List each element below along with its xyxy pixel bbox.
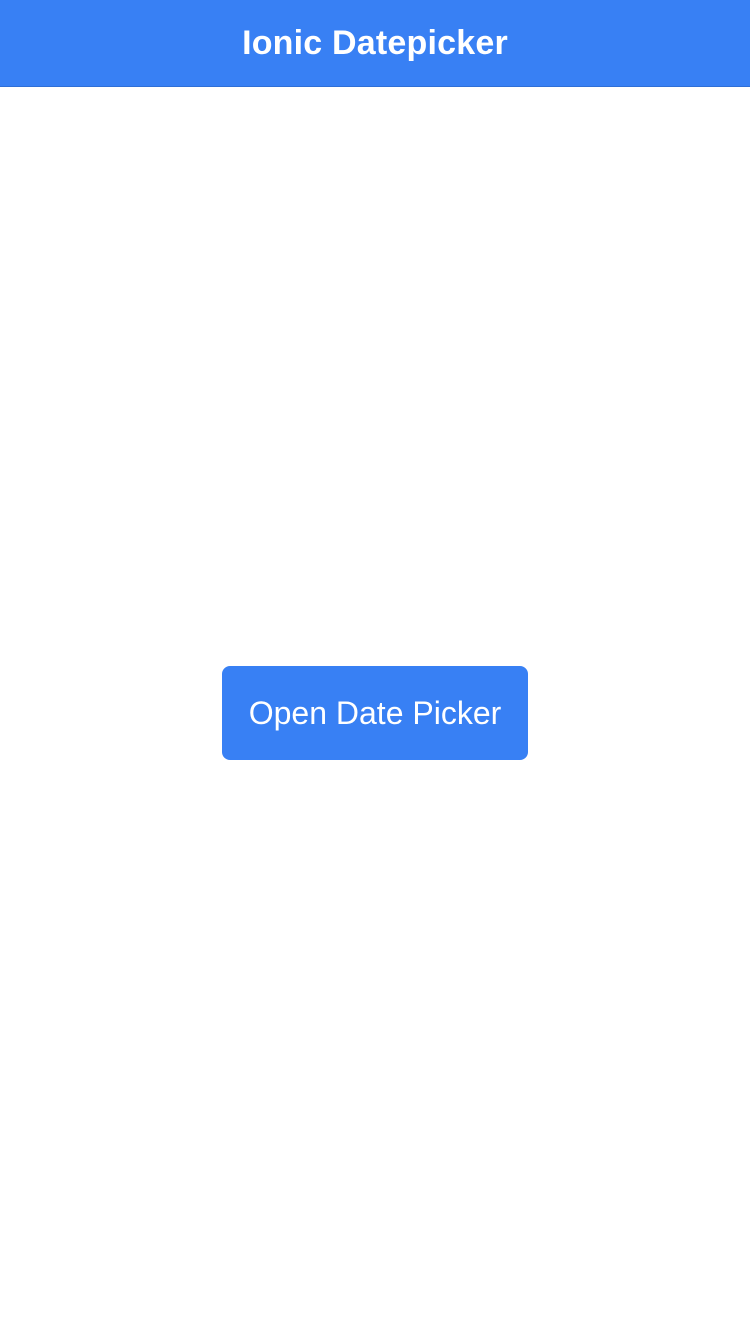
content-area: Open Date Picker (0, 87, 750, 1334)
open-date-picker-button[interactable]: Open Date Picker (222, 666, 528, 760)
page-title: Ionic Datepicker (242, 23, 508, 62)
app-screen: Ionic Datepicker Open Date Picker (0, 0, 750, 1334)
nav-bar: Ionic Datepicker (0, 0, 750, 87)
